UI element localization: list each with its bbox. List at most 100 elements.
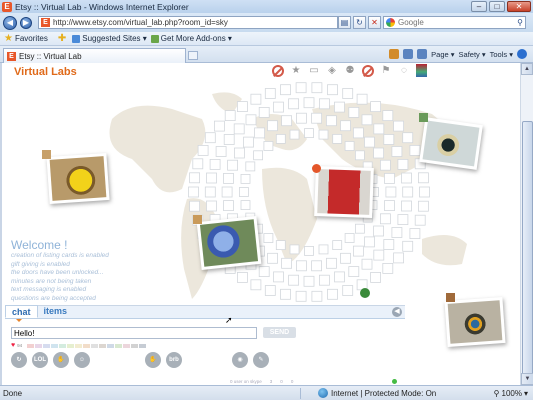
add-favorite-button[interactable]: ✚ bbox=[58, 33, 68, 44]
seat-square[interactable] bbox=[204, 132, 216, 144]
seat-square[interactable] bbox=[304, 128, 314, 138]
seat-square[interactable] bbox=[409, 145, 421, 156]
close-button[interactable]: ✕ bbox=[507, 1, 531, 12]
seat-square[interactable] bbox=[397, 214, 409, 226]
seat-square[interactable] bbox=[382, 262, 394, 274]
seat-square[interactable] bbox=[311, 112, 323, 124]
print-icon[interactable] bbox=[417, 49, 428, 59]
favorites-button[interactable]: ★ Favorites bbox=[4, 33, 48, 44]
seat-square[interactable] bbox=[295, 112, 307, 124]
seat-square[interactable] bbox=[204, 186, 216, 198]
minimize-button[interactable]: – bbox=[471, 1, 487, 12]
user-avatar[interactable] bbox=[42, 150, 51, 159]
color-swatch[interactable] bbox=[131, 343, 139, 348]
listing-photo-red-ornament[interactable] bbox=[314, 166, 374, 218]
star-icon[interactable]: ★ bbox=[290, 65, 302, 77]
seat-square[interactable] bbox=[311, 290, 323, 302]
seat-square[interactable] bbox=[295, 290, 307, 302]
scroll-down-arrow-icon[interactable]: ▼ bbox=[521, 373, 533, 385]
seat-square[interactable] bbox=[417, 172, 429, 184]
seat-square[interactable] bbox=[382, 110, 394, 122]
seat-square[interactable] bbox=[281, 257, 293, 269]
address-bar[interactable]: E http://www.etsy.com/virtual_lab.php?ro… bbox=[38, 16, 338, 29]
send-button[interactable]: SEND bbox=[263, 327, 296, 338]
seat-square[interactable] bbox=[340, 120, 351, 132]
seat-square[interactable] bbox=[344, 233, 355, 243]
page-menu[interactable]: Page ▾ bbox=[431, 50, 454, 59]
refresh-icon[interactable]: ↻ bbox=[353, 16, 366, 29]
seat-square[interactable] bbox=[384, 173, 395, 184]
seat-square[interactable] bbox=[334, 271, 345, 283]
seat-square[interactable] bbox=[303, 275, 315, 287]
color-swatch[interactable] bbox=[75, 343, 83, 348]
seat-square[interactable] bbox=[227, 159, 239, 171]
forward-button[interactable]: ▶ bbox=[20, 16, 32, 29]
heart-icon[interactable]: ♥ bbox=[11, 342, 15, 349]
seat-square[interactable] bbox=[356, 93, 368, 105]
seat-square[interactable] bbox=[393, 252, 405, 264]
profile-button[interactable]: ◉ bbox=[232, 352, 248, 368]
user-avatar[interactable] bbox=[312, 164, 321, 173]
listing-photo-yellow-birdhouse[interactable] bbox=[46, 152, 110, 205]
tag-icon[interactable]: ◈ bbox=[326, 65, 338, 77]
search-icon[interactable]: ⚲ bbox=[517, 18, 523, 27]
seat-square[interactable] bbox=[188, 186, 199, 198]
smile-emote-button[interactable]: ☺ bbox=[74, 352, 90, 368]
seat-square[interactable] bbox=[273, 271, 284, 283]
seat-square[interactable] bbox=[311, 82, 323, 94]
addons-link[interactable]: Get More Add-ons ▾ bbox=[150, 34, 232, 43]
seat-square[interactable] bbox=[304, 245, 314, 256]
seat-square[interactable] bbox=[373, 225, 385, 237]
seat-square[interactable] bbox=[214, 120, 225, 132]
color-swatch[interactable] bbox=[59, 343, 67, 348]
listing-photo-teal-teapot[interactable] bbox=[419, 117, 483, 170]
seat-square[interactable] bbox=[327, 84, 338, 96]
seat-square[interactable] bbox=[401, 200, 412, 212]
edit-button[interactable]: ✎ bbox=[253, 352, 269, 368]
seat-square[interactable] bbox=[288, 98, 300, 110]
seat-square[interactable] bbox=[236, 271, 248, 283]
security-zone[interactable]: Internet | Protected Mode: On bbox=[318, 388, 436, 398]
seat-square[interactable] bbox=[267, 252, 278, 264]
hand-emote-button[interactable]: ✋ bbox=[53, 352, 69, 368]
seat-square[interactable] bbox=[318, 98, 330, 110]
seat-square[interactable] bbox=[354, 223, 365, 234]
seat-square[interactable] bbox=[391, 227, 403, 238]
seat-square[interactable] bbox=[352, 245, 364, 257]
seat-square[interactable] bbox=[254, 127, 266, 139]
seat-square[interactable] bbox=[258, 266, 270, 278]
seat-square[interactable] bbox=[267, 120, 278, 132]
speech-bubble-icon[interactable]: ◌ bbox=[398, 65, 410, 77]
user-avatar[interactable] bbox=[193, 215, 202, 224]
color-swatch[interactable] bbox=[35, 343, 43, 348]
seat-square[interactable] bbox=[383, 134, 395, 145]
seat-square[interactable] bbox=[223, 173, 234, 184]
seat-square[interactable] bbox=[344, 141, 355, 151]
seat-square[interactable] bbox=[373, 249, 385, 261]
vertical-scrollbar[interactable]: ▲ ▼ bbox=[520, 63, 533, 385]
seat-square[interactable] bbox=[289, 244, 300, 255]
seat-square[interactable] bbox=[189, 200, 200, 212]
seat-square[interactable] bbox=[402, 240, 414, 252]
color-swatch[interactable] bbox=[27, 343, 35, 348]
seat-square[interactable] bbox=[370, 101, 382, 113]
seat-square[interactable] bbox=[318, 129, 329, 140]
seat-square[interactable] bbox=[280, 84, 291, 96]
seat-square[interactable] bbox=[325, 115, 337, 127]
lol-emote-button[interactable]: LOL bbox=[32, 352, 48, 368]
tab-etsy-virtual-lab[interactable]: E Etsy :: Virtual Lab bbox=[3, 48, 186, 63]
seat-square[interactable] bbox=[361, 114, 373, 126]
seat-square[interactable] bbox=[419, 186, 430, 198]
seat-square[interactable] bbox=[280, 288, 291, 300]
seat-square[interactable] bbox=[348, 106, 360, 118]
seat-square[interactable] bbox=[289, 129, 300, 140]
seat-square[interactable] bbox=[402, 132, 414, 144]
seat-square[interactable] bbox=[206, 200, 217, 212]
chat-message-input[interactable] bbox=[11, 327, 257, 339]
refresh-emote-button[interactable]: ↻ bbox=[11, 352, 27, 368]
seat-square[interactable] bbox=[197, 145, 209, 156]
seat-square[interactable] bbox=[311, 260, 323, 272]
seat-square[interactable] bbox=[263, 141, 274, 151]
seat-square[interactable] bbox=[245, 114, 257, 126]
user-icon[interactable]: ⚉ bbox=[344, 65, 356, 77]
